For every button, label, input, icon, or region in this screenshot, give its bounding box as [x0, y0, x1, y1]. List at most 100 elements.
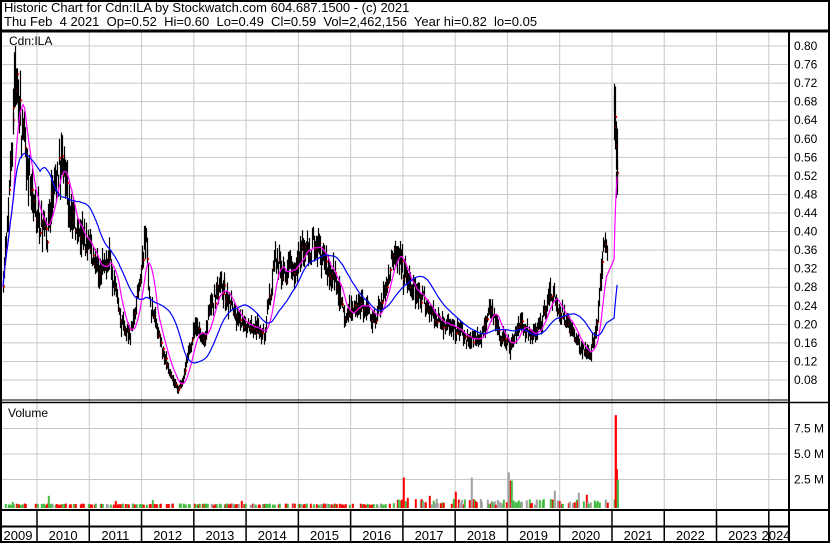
- volume-bar: [155, 504, 158, 508]
- volume-bar: [542, 499, 545, 508]
- volume-bar: [4, 503, 7, 508]
- volume-bar: [348, 504, 351, 508]
- volume-bar: [43, 504, 46, 508]
- volume-bar: [362, 504, 365, 508]
- volume-bar: [414, 499, 417, 508]
- close-tick: [47, 241, 50, 244]
- close-tick: [390, 268, 393, 271]
- volume-bar: [40, 503, 43, 508]
- volume-bar: [384, 504, 387, 508]
- volume-bar: [194, 504, 197, 508]
- close-tick: [17, 73, 20, 76]
- volume-bar: [305, 503, 308, 508]
- price-tick-label: 0.20: [794, 317, 818, 331]
- close-tick: [67, 182, 70, 185]
- volume-bar: [470, 477, 473, 508]
- volume-bar: [491, 502, 494, 508]
- volume-bar: [179, 503, 182, 508]
- year-label: 2014: [258, 528, 287, 543]
- close-tick: [465, 335, 468, 338]
- volume-bar: [215, 504, 218, 508]
- volume-bar: [553, 490, 556, 508]
- price-tick-label: 0.68: [794, 95, 818, 109]
- price-tick-label: 0.12: [794, 354, 818, 368]
- volume-bar: [351, 503, 354, 508]
- volume-bar: [119, 504, 122, 508]
- volume-bar: [606, 502, 609, 508]
- volume-bar: [59, 504, 62, 508]
- year-label: 2012: [153, 528, 182, 543]
- volume-bar: [145, 504, 148, 508]
- volume-bar: [72, 503, 75, 508]
- close-tick: [615, 115, 618, 118]
- volume-bar: [212, 504, 215, 508]
- volume-bar: [460, 499, 463, 508]
- volume-bar: [309, 503, 312, 508]
- volume-bar: [151, 499, 154, 508]
- close-tick: [46, 227, 49, 230]
- volume-bar: [198, 503, 201, 508]
- volume-bar: [450, 503, 453, 508]
- close-tick: [163, 347, 166, 350]
- volume-bar: [24, 504, 27, 508]
- volume-bar: [303, 504, 306, 508]
- volume-bar: [480, 501, 483, 508]
- volume-bar: [265, 503, 268, 508]
- close-tick: [3, 285, 6, 288]
- price-tick-label: 0.76: [794, 58, 818, 72]
- volume-bar: [229, 503, 232, 508]
- volume-bar: [87, 503, 90, 508]
- close-tick: [342, 303, 345, 306]
- volume-bar: [74, 504, 77, 508]
- volume-bar: [372, 504, 375, 508]
- price-tick-label: 0.44: [794, 206, 818, 220]
- volume-tick-label: 5.0 M: [794, 447, 824, 461]
- volume-bar: [520, 501, 523, 508]
- close-tick: [443, 326, 446, 329]
- volume-bar: [293, 503, 296, 508]
- volume-bar: [237, 503, 240, 508]
- volume-bar: [317, 504, 320, 508]
- volume-bar: [69, 504, 72, 508]
- volume-bar: [252, 503, 255, 508]
- volume-bar: [376, 504, 379, 508]
- close-tick: [32, 189, 35, 192]
- volume-bar: [525, 500, 528, 508]
- volume-bar: [573, 502, 576, 508]
- volume-bar: [240, 500, 243, 508]
- volume-bar: [596, 500, 599, 508]
- volume-bar: [500, 503, 503, 508]
- volume-bar: [604, 499, 607, 508]
- year-label: 2022: [676, 528, 705, 543]
- close-tick: [20, 99, 23, 102]
- volume-bar: [487, 504, 490, 508]
- volume-bar: [167, 504, 170, 508]
- volume-bar: [577, 492, 580, 508]
- close-tick: [487, 318, 490, 321]
- volume-bar: [206, 503, 209, 508]
- year-label: 2018: [467, 528, 496, 543]
- close-tick: [59, 157, 62, 160]
- volume-bar: [494, 504, 497, 508]
- volume-bar: [258, 504, 261, 508]
- volume-bar: [131, 503, 134, 508]
- volume-bar: [184, 504, 187, 508]
- close-tick: [437, 320, 440, 323]
- year-label: 2017: [415, 528, 444, 543]
- grid: [2, 32, 789, 509]
- volume-bar: [496, 499, 499, 508]
- volume-bar: [268, 503, 271, 508]
- volume-bar: [227, 504, 230, 508]
- volume-bar: [404, 501, 407, 508]
- volume-bar: [338, 503, 341, 508]
- year-label: 2019: [519, 528, 548, 543]
- close-tick: [215, 302, 218, 305]
- close-tick: [602, 261, 605, 264]
- volume-bar: [61, 504, 64, 508]
- volume-bar: [505, 502, 508, 508]
- volume-label: Volume: [8, 406, 48, 420]
- volume-bar: [109, 504, 112, 508]
- close-tick: [185, 369, 188, 372]
- volume-bar: [121, 503, 124, 508]
- price-tick-label: 0.32: [794, 262, 818, 276]
